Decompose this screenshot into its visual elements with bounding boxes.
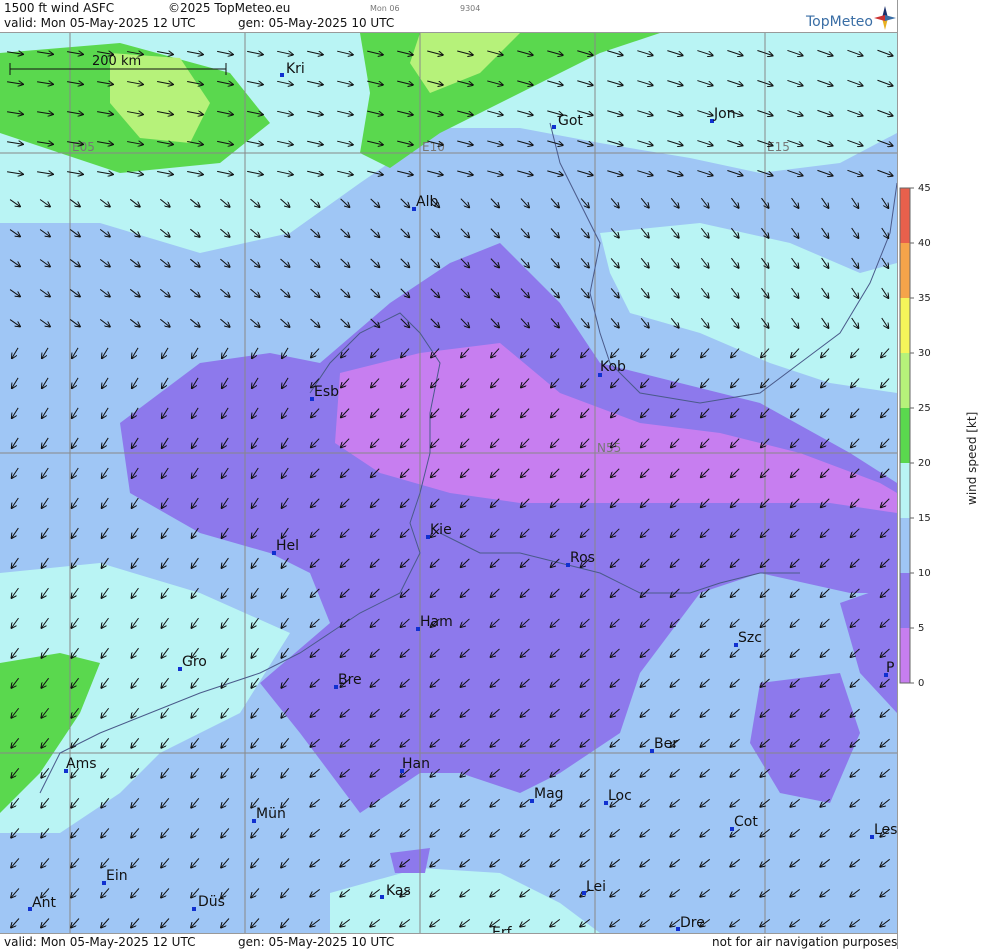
svg-text:P: P	[886, 660, 894, 676]
footer-gen: gen: 05-May-2025 10 UTC	[238, 935, 395, 949]
city-hel: Hel	[272, 538, 299, 555]
city-cot: Cot	[730, 814, 758, 831]
city-mun: Mün	[252, 806, 286, 823]
city-ein: Ein	[102, 868, 128, 885]
city-erf: Erf	[492, 925, 513, 933]
footer-note: not for air navigation purposes	[712, 935, 898, 949]
svg-text:Ber: Ber	[654, 736, 678, 752]
city-dre: Dre	[676, 915, 705, 931]
tick-45: 45	[918, 183, 931, 194]
city-kie: Kie	[426, 522, 452, 539]
tick-15: 15	[918, 513, 931, 524]
svg-text:Ham: Ham	[420, 614, 453, 630]
tick-5: 5	[918, 623, 925, 634]
small-day: Mon 06	[370, 4, 400, 13]
svg-text:Düs: Düs	[198, 894, 225, 910]
grid-label-e05: E05	[72, 140, 95, 154]
city-alb: Alb	[412, 194, 438, 211]
city-les: Les	[870, 822, 897, 839]
svg-text:Kas: Kas	[386, 883, 411, 899]
svg-text:Jon: Jon	[713, 106, 736, 122]
svg-text:Les: Les	[874, 822, 897, 838]
city-han: Han	[400, 756, 430, 773]
city-szc: Szc	[734, 630, 762, 647]
svg-text:Kie: Kie	[430, 522, 452, 538]
city-ros: Ros	[566, 550, 595, 567]
svg-text:Kri: Kri	[286, 61, 305, 77]
copyright: ©2025 TopMeteo.eu	[168, 1, 291, 15]
tick-30: 30	[918, 348, 931, 359]
svg-text:Esb: Esb	[314, 384, 339, 400]
svg-text:Gro: Gro	[182, 654, 207, 670]
svg-text:Cot: Cot	[734, 814, 758, 830]
topmeteo-logo: TopMeteo	[806, 6, 896, 30]
tick-10: 10	[918, 568, 931, 579]
valid-time: valid: Mon 05-May-2025 12 UTC	[4, 16, 196, 30]
header: 1500 ft wind ASFC ©2025 TopMeteo.eu Mon …	[0, 0, 897, 33]
tick-35: 35	[918, 293, 931, 304]
svg-text:Ros: Ros	[570, 550, 595, 566]
city-loc: Loc	[604, 788, 632, 805]
product-title: 1500 ft wind ASFC	[4, 1, 115, 15]
city-ber: Ber	[650, 736, 678, 753]
tick-20: 20	[918, 458, 931, 469]
city-gro: Gro	[178, 654, 207, 671]
gen-time: gen: 05-May-2025 10 UTC	[238, 16, 395, 30]
footer: valid: Mon 05-May-2025 12 UTC gen: 05-Ma…	[0, 933, 897, 950]
city-kob: Kob	[598, 359, 626, 377]
svg-text:Bre: Bre	[338, 672, 362, 688]
svg-text:Mag: Mag	[534, 786, 564, 802]
colorbar-title: wind speed [kt]	[965, 411, 979, 505]
small-code: 9304	[460, 4, 481, 13]
logo-text: TopMeteo	[806, 14, 873, 30]
svg-text:Han: Han	[402, 756, 430, 772]
scale-label: 200 km	[92, 54, 141, 69]
compass-icon	[874, 6, 896, 30]
tick-40: 40	[918, 238, 931, 249]
wind-map: E05 E10 E15 N55 200 km Kri Got Jon Alb E…	[0, 33, 897, 933]
city-p: P	[884, 660, 894, 677]
tick-0: 0	[918, 678, 925, 689]
svg-text:Loc: Loc	[608, 788, 632, 804]
svg-text:Dre: Dre	[680, 915, 705, 931]
svg-text:Kob: Kob	[600, 359, 626, 375]
tick-25: 25	[918, 403, 931, 414]
city-esb: Esb	[310, 384, 339, 401]
grid-label-n55: N55	[597, 441, 621, 455]
svg-text:Ein: Ein	[106, 868, 128, 884]
svg-text:Szc: Szc	[738, 630, 762, 646]
svg-text:Ams: Ams	[66, 756, 97, 772]
svg-text:Lei: Lei	[586, 879, 606, 895]
svg-text:Alb: Alb	[416, 194, 438, 210]
grid-label-e15: E15	[767, 140, 790, 154]
footer-valid: valid: Mon 05-May-2025 12 UTC	[4, 935, 196, 949]
city-mag: Mag	[530, 786, 564, 803]
city-ams: Ams	[64, 756, 97, 773]
svg-text:Got: Got	[558, 113, 583, 129]
city-bre: Bre	[334, 672, 362, 689]
city-jon: Jon	[710, 106, 736, 123]
svg-text:Mün: Mün	[256, 806, 286, 822]
city-ant: Ant	[28, 895, 56, 911]
city-lei: Lei	[582, 879, 606, 895]
svg-text:Hel: Hel	[276, 538, 299, 554]
svg-text:Ant: Ant	[32, 895, 56, 911]
svg-text:Erf: Erf	[492, 925, 513, 933]
city-ham: Ham	[416, 614, 453, 631]
